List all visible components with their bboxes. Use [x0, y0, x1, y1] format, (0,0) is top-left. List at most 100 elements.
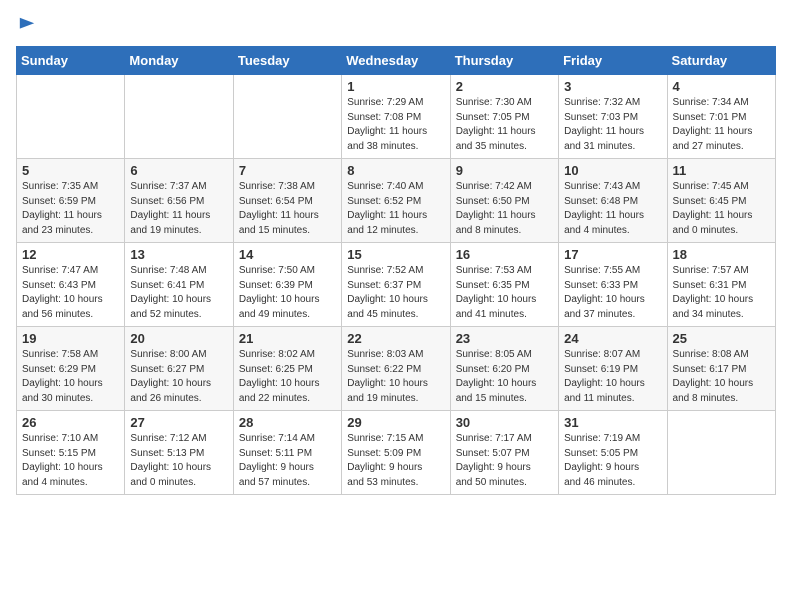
calendar-cell: 18 Sunrise: 7:57 AM Sunset: 6:31 PM Dayli… [667, 243, 775, 327]
logo-flag-icon [18, 16, 36, 34]
day-info: Sunrise: 7:12 AM Sunset: 5:13 PM Dayligh… [130, 432, 227, 490]
day-info: Sunrise: 7:52 AM Sunset: 6:37 PM Dayligh… [347, 264, 444, 322]
calendar-cell: 21 Sunrise: 8:02 AM Sunset: 6:25 PM Dayli… [233, 327, 341, 411]
calendar-cell: 8Sunrise: 7:40 AM Sunset: 6:52 PM Daylig… [342, 159, 450, 243]
calendar-cell: 30Sunrise: 7:17 AM Sunset: 5:07 PM Dayli… [450, 411, 558, 495]
day-number: 27 [130, 415, 227, 430]
day-info: Sunrise: 7:38 AM Sunset: 6:54 PM Dayligh… [239, 180, 336, 238]
calendar-cell: 31 Sunrise: 7:19 AM Sunset: 5:05 PM Dayli… [559, 411, 667, 495]
calendar-cell: 28 Sunrise: 7:14 AM Sunset: 5:11 PM Dayli… [233, 411, 341, 495]
day-info: Sunrise: 7:10 AM Sunset: 5:15 PM Dayligh… [22, 432, 119, 490]
day-info: Sunrise: 8:05 AM Sunset: 6:20 PM Dayligh… [456, 348, 553, 406]
day-number: 11 [673, 163, 770, 178]
calendar-cell: 1 Sunrise: 7:29 AM Sunset: 7:08 PM Daylig… [342, 75, 450, 159]
day-number: 18 [673, 247, 770, 262]
day-number: 7 [239, 163, 336, 178]
day-number: 23 [456, 331, 553, 346]
day-info: Sunrise: 7:19 AM Sunset: 5:05 PM Dayligh… [564, 432, 661, 490]
day-number: 26 [22, 415, 119, 430]
day-info: Sunrise: 7:15 AM Sunset: 5:09 PM Dayligh… [347, 432, 444, 490]
day-info: Sunrise: 7:48 AM Sunset: 6:41 PM Dayligh… [130, 264, 227, 322]
calendar-cell: 29 Sunrise: 7:15 AM Sunset: 5:09 PM Dayli… [342, 411, 450, 495]
day-number: 15 [347, 247, 444, 262]
day-number: 8 [347, 163, 444, 178]
day-info: Sunrise: 7:14 AM Sunset: 5:11 PM Dayligh… [239, 432, 336, 490]
day-info: Sunrise: 8:00 AM Sunset: 6:27 PM Dayligh… [130, 348, 227, 406]
calendar-week-row: 12Sunrise: 7:47 AM Sunset: 6:43 PM Dayli… [17, 243, 776, 327]
day-info: Sunrise: 7:43 AM Sunset: 6:48 PM Dayligh… [564, 180, 661, 238]
calendar-cell [667, 411, 775, 495]
day-info: Sunrise: 7:17 AM Sunset: 5:07 PM Dayligh… [456, 432, 553, 490]
day-info: Sunrise: 7:45 AM Sunset: 6:45 PM Dayligh… [673, 180, 770, 238]
calendar-cell: 10 Sunrise: 7:43 AM Sunset: 6:48 PM Dayli… [559, 159, 667, 243]
calendar-cell: 24Sunrise: 8:07 AM Sunset: 6:19 PM Dayli… [559, 327, 667, 411]
calendar-cell [125, 75, 233, 159]
calendar-table: SundayMondayTuesdayWednesdayThursdayFrid… [16, 46, 776, 495]
day-number: 31 [564, 415, 661, 430]
day-number: 21 [239, 331, 336, 346]
day-info: Sunrise: 7:50 AM Sunset: 6:39 PM Dayligh… [239, 264, 336, 322]
calendar-cell: 12Sunrise: 7:47 AM Sunset: 6:43 PM Dayli… [17, 243, 125, 327]
calendar-cell: 16 Sunrise: 7:53 AM Sunset: 6:35 PM Dayli… [450, 243, 558, 327]
day-number: 22 [347, 331, 444, 346]
day-info: Sunrise: 8:03 AM Sunset: 6:22 PM Dayligh… [347, 348, 444, 406]
day-number: 17 [564, 247, 661, 262]
day-info: Sunrise: 7:55 AM Sunset: 6:33 PM Dayligh… [564, 264, 661, 322]
calendar-cell: 5Sunrise: 7:35 AM Sunset: 6:59 PM Daylig… [17, 159, 125, 243]
calendar-cell: 14 Sunrise: 7:50 AM Sunset: 6:39 PM Dayli… [233, 243, 341, 327]
day-info: Sunrise: 7:30 AM Sunset: 7:05 PM Dayligh… [456, 96, 553, 154]
day-number: 2 [456, 79, 553, 94]
header [16, 16, 776, 34]
calendar-cell: 15 Sunrise: 7:52 AM Sunset: 6:37 PM Dayli… [342, 243, 450, 327]
calendar-cell: 4Sunrise: 7:34 AM Sunset: 7:01 PM Daylig… [667, 75, 775, 159]
day-info: Sunrise: 7:53 AM Sunset: 6:35 PM Dayligh… [456, 264, 553, 322]
day-number: 10 [564, 163, 661, 178]
day-info: Sunrise: 7:57 AM Sunset: 6:31 PM Dayligh… [673, 264, 770, 322]
day-info: Sunrise: 7:32 AM Sunset: 7:03 PM Dayligh… [564, 96, 661, 154]
day-number: 13 [130, 247, 227, 262]
calendar-cell: 23 Sunrise: 8:05 AM Sunset: 6:20 PM Dayli… [450, 327, 558, 411]
calendar-cell: 19 Sunrise: 7:58 AM Sunset: 6:29 PM Dayli… [17, 327, 125, 411]
day-number: 14 [239, 247, 336, 262]
calendar-cell: 13 Sunrise: 7:48 AM Sunset: 6:41 PM Dayli… [125, 243, 233, 327]
day-number: 28 [239, 415, 336, 430]
weekday-header-thursday: Thursday [450, 47, 558, 75]
calendar-cell: 20Sunrise: 8:00 AM Sunset: 6:27 PM Dayli… [125, 327, 233, 411]
weekday-header-tuesday: Tuesday [233, 47, 341, 75]
calendar-cell: 17 Sunrise: 7:55 AM Sunset: 6:33 PM Dayli… [559, 243, 667, 327]
day-number: 16 [456, 247, 553, 262]
day-info: Sunrise: 7:35 AM Sunset: 6:59 PM Dayligh… [22, 180, 119, 238]
calendar-week-row: 5Sunrise: 7:35 AM Sunset: 6:59 PM Daylig… [17, 159, 776, 243]
day-info: Sunrise: 7:29 AM Sunset: 7:08 PM Dayligh… [347, 96, 444, 154]
logo [16, 16, 36, 34]
calendar-cell: 11 Sunrise: 7:45 AM Sunset: 6:45 PM Dayli… [667, 159, 775, 243]
calendar-cell: 26 Sunrise: 7:10 AM Sunset: 5:15 PM Dayli… [17, 411, 125, 495]
day-info: Sunrise: 8:08 AM Sunset: 6:17 PM Dayligh… [673, 348, 770, 406]
weekday-header-sunday: Sunday [17, 47, 125, 75]
calendar-cell [233, 75, 341, 159]
weekday-header-friday: Friday [559, 47, 667, 75]
calendar-week-row: 26 Sunrise: 7:10 AM Sunset: 5:15 PM Dayli… [17, 411, 776, 495]
calendar-cell: 2 Sunrise: 7:30 AM Sunset: 7:05 PM Daylig… [450, 75, 558, 159]
calendar-cell: 22 Sunrise: 8:03 AM Sunset: 6:22 PM Dayli… [342, 327, 450, 411]
day-number: 9 [456, 163, 553, 178]
calendar-cell: 27 Sunrise: 7:12 AM Sunset: 5:13 PM Dayli… [125, 411, 233, 495]
weekday-header-row: SundayMondayTuesdayWednesdayThursdayFrid… [17, 47, 776, 75]
day-info: Sunrise: 7:47 AM Sunset: 6:43 PM Dayligh… [22, 264, 119, 322]
calendar-cell [17, 75, 125, 159]
day-info: Sunrise: 7:34 AM Sunset: 7:01 PM Dayligh… [673, 96, 770, 154]
calendar-cell: 3 Sunrise: 7:32 AM Sunset: 7:03 PM Daylig… [559, 75, 667, 159]
day-info: Sunrise: 7:58 AM Sunset: 6:29 PM Dayligh… [22, 348, 119, 406]
day-number: 29 [347, 415, 444, 430]
calendar-cell: 7 Sunrise: 7:38 AM Sunset: 6:54 PM Daylig… [233, 159, 341, 243]
calendar-week-row: 1 Sunrise: 7:29 AM Sunset: 7:08 PM Daylig… [17, 75, 776, 159]
page-container: SundayMondayTuesdayWednesdayThursdayFrid… [0, 0, 792, 503]
calendar-cell: 9Sunrise: 7:42 AM Sunset: 6:50 PM Daylig… [450, 159, 558, 243]
day-info: Sunrise: 8:02 AM Sunset: 6:25 PM Dayligh… [239, 348, 336, 406]
day-number: 1 [347, 79, 444, 94]
weekday-header-wednesday: Wednesday [342, 47, 450, 75]
day-number: 24 [564, 331, 661, 346]
day-number: 19 [22, 331, 119, 346]
day-number: 3 [564, 79, 661, 94]
day-number: 6 [130, 163, 227, 178]
